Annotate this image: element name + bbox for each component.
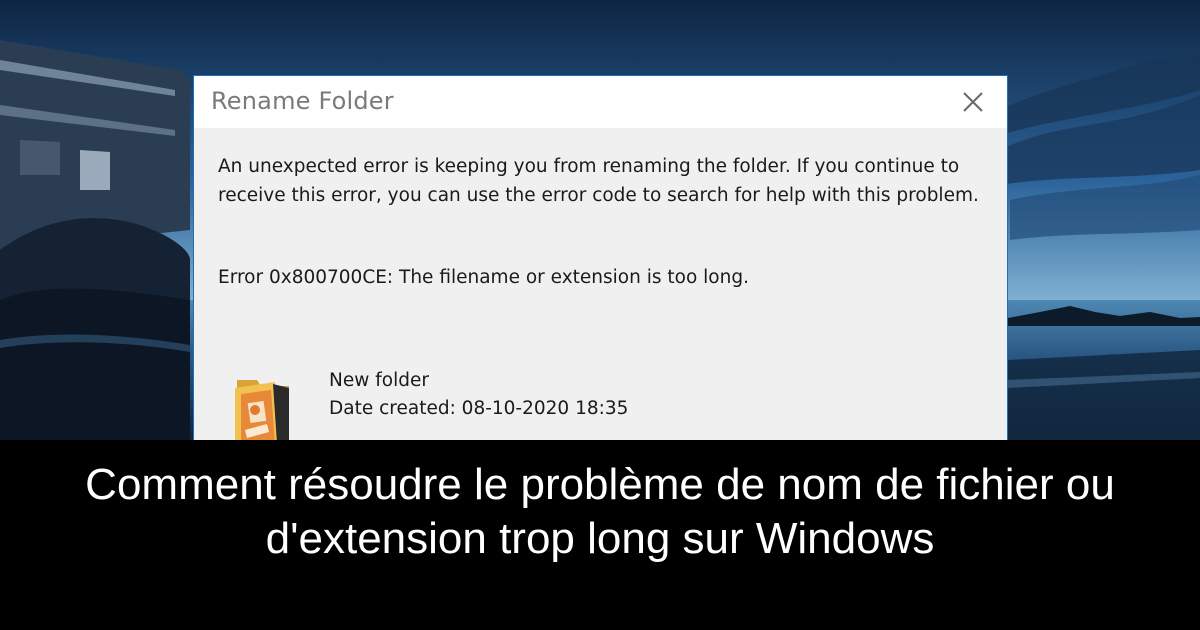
dialog-title: Rename Folder [211, 87, 394, 115]
folder-icon [231, 374, 295, 440]
close-button[interactable] [953, 84, 993, 120]
item-date-created: Date created: 08-10-2020 18:35 [329, 398, 629, 419]
article-headline: Comment résoudre le problème de nom de f… [85, 460, 1115, 563]
dialog-titlebar: Rename Folder [194, 76, 1007, 128]
item-name: New folder [329, 370, 429, 391]
close-icon [963, 92, 983, 112]
error-message: An unexpected error is keeping you from … [218, 156, 979, 206]
rename-folder-dialog: Rename Folder An unexpected error is kee… [193, 75, 1008, 440]
error-code-text: Error 0x800700CE: The filename or extens… [218, 267, 749, 288]
